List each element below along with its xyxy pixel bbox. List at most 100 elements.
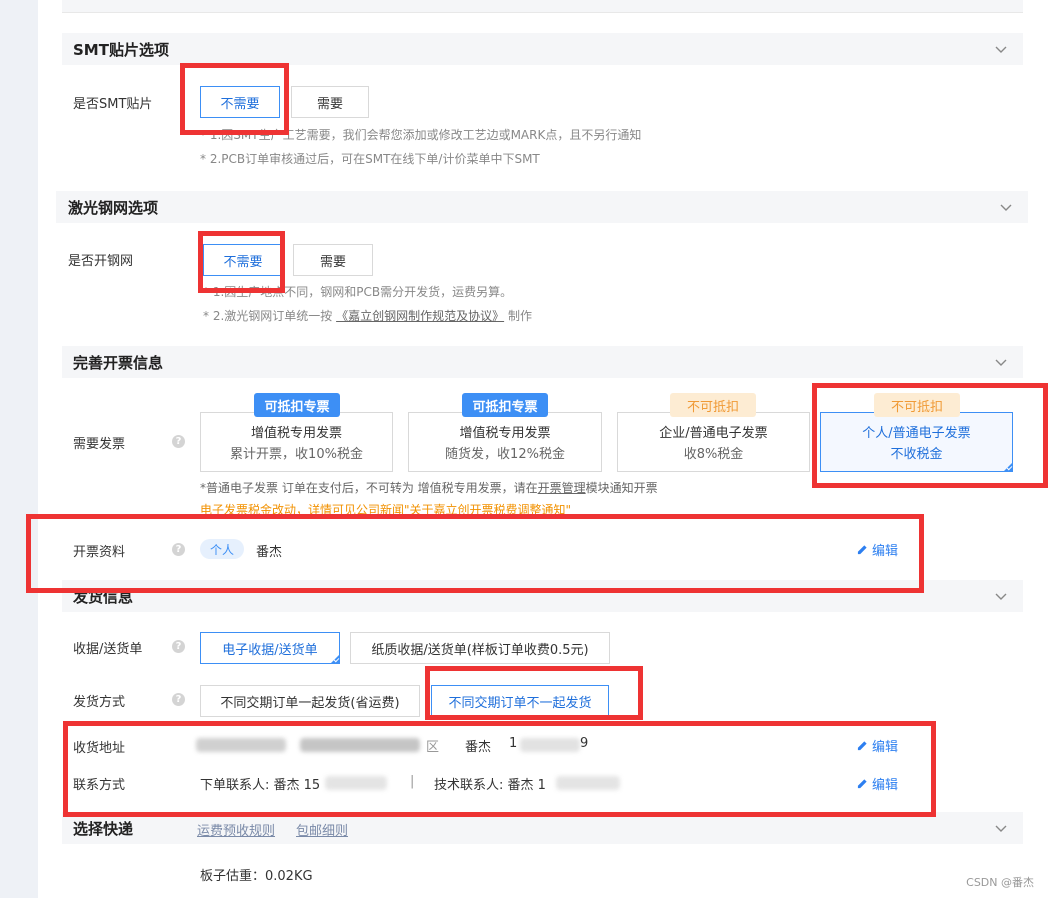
stencil-note-1: * 1.因生产地点不同，钢网和PCB需分开发货，运费另算。 (203, 285, 513, 299)
smt-label: 是否SMT贴片 (73, 97, 153, 112)
smt-no-label: 不需要 (220, 96, 260, 112)
person-tag: 个人 (200, 539, 244, 559)
chevron-down-icon[interactable] (993, 41, 1009, 57)
delivery-separate-label: 不同交期订单不一起发货 (448, 695, 592, 711)
invoice-section-header[interactable]: 完善开票信息 (62, 346, 1023, 378)
order-contact: 下单联系人: 番杰 15 (200, 778, 321, 793)
stencil-note-2-prefix: * 2.激光钢网订单统一按 (203, 309, 333, 323)
stencil-no-label: 不需要 (223, 254, 263, 270)
invoice-badge-non-deductible: 不可抵扣 (874, 393, 960, 417)
chevron-down-icon[interactable] (993, 354, 1009, 370)
invoice-tax-warning[interactable]: 电子发票税金改动，详情可见公司新闻"关于嘉立创开票税费调整通知" (200, 501, 571, 518)
stencil-section-header[interactable]: 激光钢网选项 (56, 191, 1028, 223)
card-title: 企业/普通电子发票 (659, 426, 768, 441)
redacted-phone (325, 776, 387, 790)
express-section-title: 选择快递 (73, 819, 134, 838)
contact-edit-link[interactable]: 编辑 (857, 774, 898, 793)
invoice-badge-non-deductible: 不可抵扣 (670, 393, 756, 417)
card-subtitle: 不收税金 (890, 447, 943, 462)
smt-yes-button[interactable]: 需要 (291, 86, 369, 118)
selected-check-icon (330, 654, 340, 664)
help-icon[interactable]: ? (172, 435, 185, 448)
shipping-fee-rules-link[interactable]: 运费预收规则 (197, 820, 275, 839)
left-sidebar-strip (0, 0, 38, 898)
stencil-section-title: 激光钢网选项 (68, 198, 159, 217)
invoice-profile-label: 开票资料 (73, 545, 126, 560)
invoice-badge-deductible: 可抵扣专票 (254, 393, 340, 417)
annotation-box (63, 721, 936, 817)
free-shipping-rules-link[interactable]: 包邮细则 (296, 820, 348, 839)
invoice-profile-name: 番杰 (256, 545, 283, 560)
redacted-address (196, 738, 286, 752)
receipt-paper-button[interactable]: 纸质收据/送货单(样板订单收费0.5元) (350, 632, 610, 664)
invoice-note-prefix: *普通电子发票 订单在支付后，不可转为 增值税专用发票，请在 (200, 481, 538, 495)
invoice-management-link[interactable]: 开票管理 (538, 481, 586, 495)
edit-label: 编辑 (872, 544, 899, 559)
redacted-phone (520, 738, 580, 752)
card-title: 个人/普通电子发票 (862, 426, 971, 441)
selected-check-icon (1003, 462, 1013, 472)
address-phone-start: 1 (509, 736, 518, 751)
redacted-address (300, 738, 420, 752)
stencil-label: 是否开钢网 (68, 254, 134, 269)
redacted-phone (556, 776, 620, 790)
delivery-together-button[interactable]: 不同交期订单一起发货(省运费) (200, 685, 420, 717)
card-title: 增值税专用发票 (459, 426, 551, 441)
invoice-section-title: 完善开票信息 (73, 353, 164, 372)
invoice-card-personal-electronic[interactable]: 个人/普通电子发票 不收税金 (820, 412, 1013, 472)
card-subtitle: 随货发，收12%税金 (445, 447, 565, 462)
express-section-header[interactable]: 选择快递 运费预收规则 包邮细则 (62, 812, 1023, 844)
invoice-edit-link[interactable]: 编辑 (857, 540, 898, 559)
stencil-spec-link[interactable]: 《嘉立创钢网制作规范及协议》 (336, 309, 504, 323)
smt-note-1: * 1.因SMT生产工艺需要，我们会帮您添加或修改工艺边或MARK点，且不另行通… (200, 128, 642, 142)
invoice-card-enterprise-electronic[interactable]: 企业/普通电子发票 收8%税金 (617, 412, 810, 472)
pencil-icon (857, 545, 867, 555)
card-subtitle: 收8%税金 (683, 447, 744, 462)
chevron-down-icon[interactable] (998, 199, 1014, 215)
card-subtitle: 累计开票，收10%税金 (230, 447, 363, 462)
help-icon[interactable]: ? (172, 693, 185, 706)
board-weight: 板子估重：0.02KG (200, 869, 313, 884)
chevron-down-icon[interactable] (993, 588, 1009, 604)
address-partial-text: 区 (426, 740, 440, 755)
address-label: 收货地址 (73, 741, 126, 756)
contact-label: 联系方式 (73, 778, 126, 793)
delivery-separate-button[interactable]: 不同交期订单不一起发货 (431, 685, 609, 717)
shipping-section-header[interactable]: 发货信息 (62, 580, 1023, 612)
edit-label: 编辑 (872, 778, 899, 793)
delivery-together-label: 不同交期订单一起发货(省运费) (220, 695, 400, 711)
card-title: 增值税专用发票 (250, 426, 342, 441)
pencil-icon (857, 779, 867, 789)
stencil-yes-label: 需要 (319, 254, 346, 270)
address-edit-link[interactable]: 编辑 (857, 736, 898, 755)
smt-section-title: SMT贴片选项 (73, 40, 169, 59)
stencil-yes-button[interactable]: 需要 (293, 244, 373, 276)
receipt-electronic-button[interactable]: 电子收据/送货单 (200, 632, 340, 664)
invoice-card-vat-cumulative[interactable]: 增值税专用发票 累计开票，收10%税金 (200, 412, 393, 472)
tech-contact: 技术联系人: 番杰 1 (434, 778, 546, 793)
invoice-note-suffix: 模块通知开票 (585, 481, 658, 495)
stencil-note-2: * 2.激光钢网订单统一按 《嘉立创钢网制作规范及协议》 制作 (203, 307, 532, 324)
chevron-down-icon[interactable] (993, 820, 1009, 836)
watermark: CSDN @番杰 (966, 876, 1034, 889)
help-icon[interactable]: ? (172, 640, 185, 653)
address-recipient-name: 番杰 (465, 740, 492, 755)
receipt-paper-label: 纸质收据/送货单(样板订单收费0.5元) (371, 642, 589, 658)
invoice-note: *普通电子发票 订单在支付后，不可转为 增值税专用发票，请在开票管理模块通知开票 (200, 479, 658, 496)
delivery-method-label: 发货方式 (73, 695, 126, 710)
invoice-badge-deductible: 可抵扣专票 (462, 393, 548, 417)
invoice-label: 需要发票 (73, 437, 126, 452)
smt-yes-label: 需要 (316, 96, 343, 112)
stencil-note-2-suffix: 制作 (507, 309, 532, 323)
smt-section-header[interactable]: SMT贴片选项 (62, 33, 1023, 65)
shipping-section-title: 发货信息 (73, 587, 134, 606)
receipt-electronic-label: 电子收据/送货单 (222, 642, 318, 658)
pencil-icon (857, 741, 867, 751)
previous-section-bottom (62, 0, 1023, 13)
edit-label: 编辑 (872, 740, 899, 755)
smt-no-button[interactable]: 不需要 (200, 86, 280, 118)
help-icon[interactable]: ? (172, 543, 185, 556)
stencil-no-button[interactable]: 不需要 (203, 244, 283, 276)
receipt-label: 收据/送货单 (73, 642, 143, 657)
invoice-card-vat-with-goods[interactable]: 增值税专用发票 随货发，收12%税金 (408, 412, 602, 472)
